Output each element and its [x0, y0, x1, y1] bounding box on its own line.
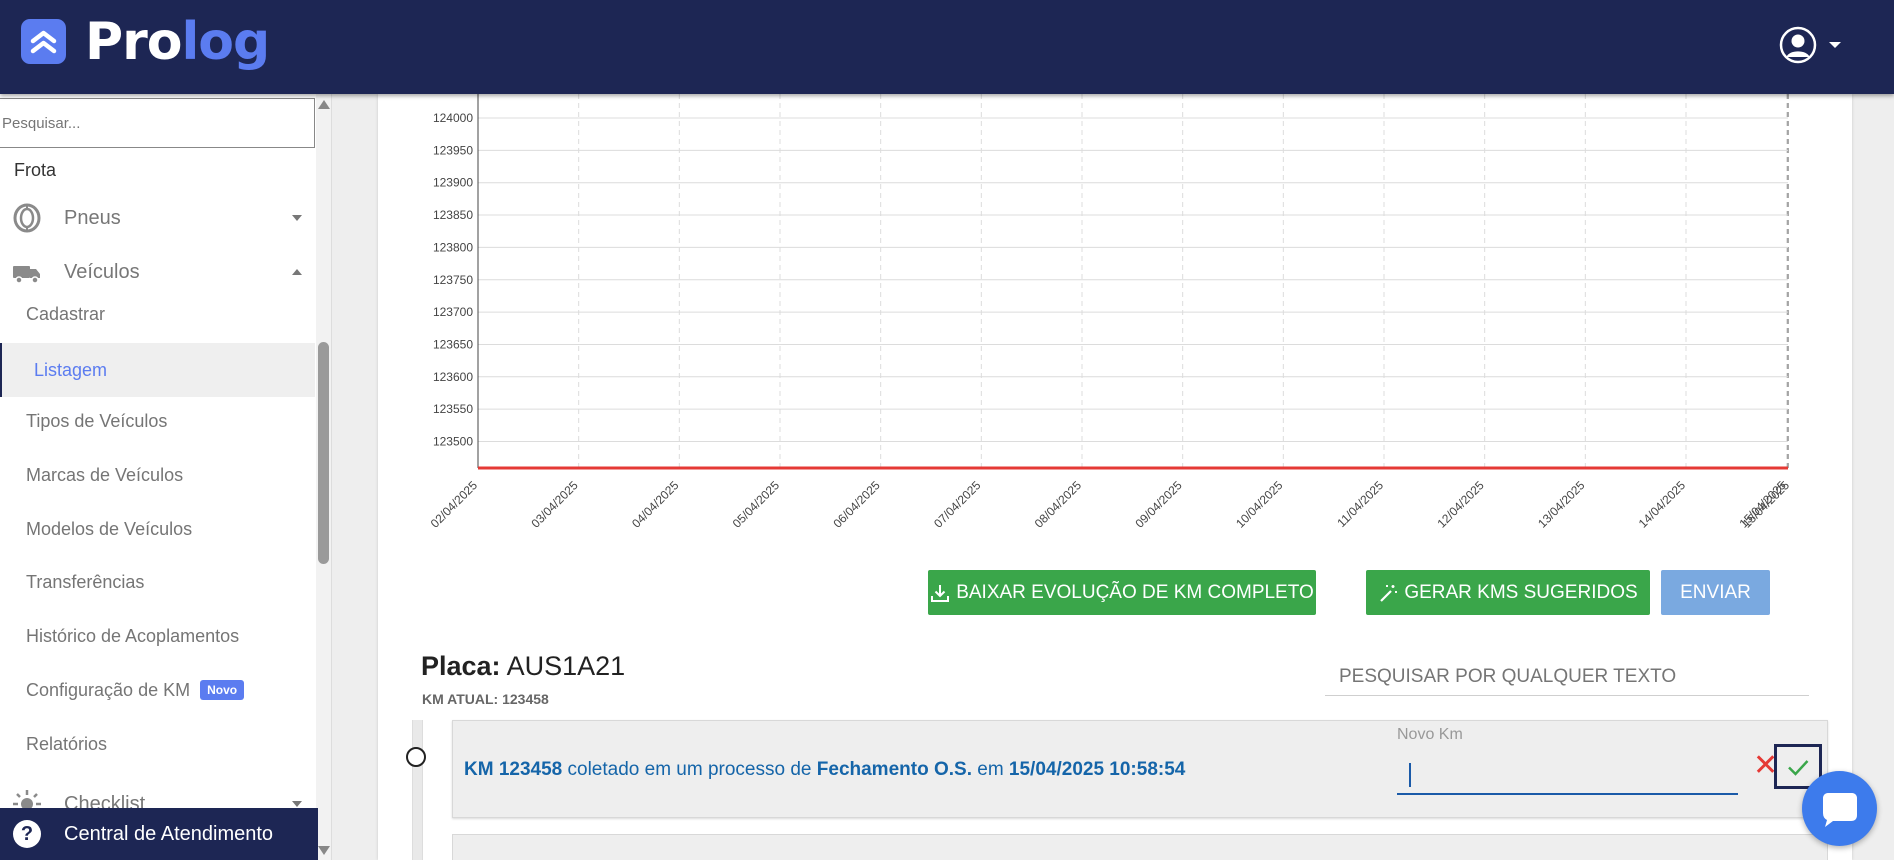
sidebar-group-label: Pneus [64, 206, 121, 229]
sidebar-item-modelos-veiculos[interactable]: Modelos de Veículos [26, 516, 192, 542]
search-any-text-input[interactable] [1325, 658, 1809, 696]
y-tick-label: 123750 [433, 273, 473, 287]
timeline-dot [406, 747, 426, 767]
chevron-down-icon [1829, 42, 1841, 48]
sidebar-item-label: Configuração de KM [26, 680, 191, 700]
sidebar-item-tipos-veiculos[interactable]: Tipos de Veículos [26, 408, 167, 434]
prolog-logo-icon [21, 19, 66, 64]
x-tick-label: 04/04/2025 [629, 478, 682, 531]
entry-description: KM 123458 coletado em um processo de Fec… [464, 759, 1185, 781]
km-evolution-chart: 124000 123950 123900 123850 123800 123750 1237… [428, 94, 1793, 531]
x-tick-label: 05/04/2025 [730, 478, 783, 531]
download-km-evolution-button[interactable]: BAIXAR EVOLUÇÃO DE KM COMPLETO [928, 570, 1316, 615]
entry-text-2: em [971, 759, 1009, 780]
entry-datetime: 15/04/2025 10:58:54 [1008, 759, 1186, 780]
sidebar-item-listagem[interactable]: Listagem [0, 343, 315, 397]
scrollbar-thumb[interactable] [318, 342, 329, 564]
generate-button-label: GERAR KMS SUGERIDOS [1404, 581, 1638, 603]
y-tick-label: 123500 [433, 435, 473, 449]
y-tick-label: 123950 [433, 143, 473, 157]
section-frota: Frota [14, 160, 57, 180]
help-center-button[interactable]: ? Central de Atendimento [0, 808, 318, 860]
download-icon [931, 584, 950, 602]
x-tick-label: 13/04/2025 [1535, 478, 1588, 531]
send-button[interactable]: ENVIAR [1661, 570, 1770, 615]
sidebar-item-cadastrar[interactable]: Cadastrar [26, 301, 105, 327]
chevron-down-icon [292, 215, 302, 221]
km-history-entry [452, 834, 1828, 860]
y-tick-label: 123850 [433, 208, 473, 222]
help-center-label: Central de Atendimento [64, 822, 274, 845]
sidebar-item-historico-acoplamentos[interactable]: Histórico de Acoplamentos [26, 623, 239, 649]
km-history-entry: KM 123458 coletado em um processo de Fec… [452, 720, 1828, 818]
y-tick-label: 123800 [433, 240, 473, 254]
chevron-up-icon [292, 269, 302, 275]
truck-icon [12, 257, 42, 287]
download-button-label: BAIXAR EVOLUÇÃO DE KM COMPLETO [956, 581, 1314, 603]
y-tick-label: 124000 [433, 111, 473, 125]
sidebar-group-pneus[interactable]: Pneus [12, 198, 302, 238]
sidebar-search-input[interactable] [0, 98, 315, 148]
sidebar-group-veiculos[interactable]: Veículos [12, 252, 302, 292]
chat-widget-button[interactable] [1802, 771, 1877, 846]
vehicle-plate: Placa: AUS1A21 [421, 651, 625, 682]
sidebar-group-label: Veículos [64, 260, 140, 283]
scroll-up-arrow-icon[interactable] [318, 100, 330, 109]
question-icon: ? [13, 820, 41, 848]
new-km-input[interactable] [1397, 755, 1738, 795]
new-km-label: Novo Km [1397, 726, 1463, 743]
new-badge: Novo [200, 680, 245, 700]
x-tick-label: 08/04/2025 [1032, 478, 1085, 531]
x-tick-label: 09/04/2025 [1132, 478, 1185, 531]
x-tick-label: 12/04/2025 [1434, 478, 1487, 531]
scroll-down-arrow-icon[interactable] [318, 846, 330, 855]
entry-process: Fechamento O.S. [816, 759, 972, 780]
text-cursor [1409, 763, 1411, 787]
entry-text-1: coletado em um processo de [562, 759, 817, 780]
entry-km: KM 123458 [464, 759, 563, 780]
magic-wand-icon [1380, 584, 1398, 602]
y-tick-label: 123650 [433, 337, 473, 351]
prolog-logo-text[interactable]: Prolog [85, 12, 270, 72]
y-tick-label: 123900 [433, 176, 473, 190]
x-tick-label: 02/04/2025 [428, 478, 481, 531]
x-tick-label: 06/04/2025 [830, 478, 883, 531]
sidebar-item-relatorios[interactable]: Relatórios [26, 731, 107, 757]
send-button-label: ENVIAR [1680, 581, 1751, 603]
y-tick-label: 123700 [433, 305, 473, 319]
plate-value: AUS1A21 [506, 651, 626, 681]
x-tick-label: 10/04/2025 [1233, 478, 1286, 531]
sidebar-item-marcas-veiculos[interactable]: Marcas de Veículos [26, 462, 183, 488]
y-tick-label: 123600 [433, 370, 473, 384]
check-icon [1788, 759, 1809, 776]
x-tick-label: 07/04/2025 [931, 478, 984, 531]
generate-suggested-km-button[interactable]: GERAR KMS SUGERIDOS [1366, 570, 1650, 615]
account-menu[interactable] [1779, 24, 1859, 66]
x-tick-label: 14/04/2025 [1636, 478, 1689, 531]
sidebar-item-transferencias[interactable]: Transferências [26, 569, 144, 595]
current-km: KM ATUAL: 123458 [422, 691, 549, 707]
top-header: Prolog [0, 0, 1894, 94]
x-tick-label: 15/04/2025 [1740, 478, 1793, 531]
sidebar: Frota Pneus Veículos Cadastrar Listagem … [0, 94, 332, 860]
timeline-line [412, 720, 423, 860]
chevron-down-icon [292, 801, 302, 807]
y-tick-label: 123550 [433, 402, 473, 416]
x-tick-label: 11/04/2025 [1334, 478, 1386, 530]
user-avatar-icon [1779, 26, 1817, 64]
sidebar-item-configuracao-km[interactable]: Configuração de KM Novo [26, 677, 245, 703]
tire-icon [12, 203, 42, 233]
x-tick-label: 03/04/2025 [528, 478, 581, 531]
plate-label: Placa: [421, 651, 501, 681]
chat-bubble-icon [1822, 792, 1857, 827]
